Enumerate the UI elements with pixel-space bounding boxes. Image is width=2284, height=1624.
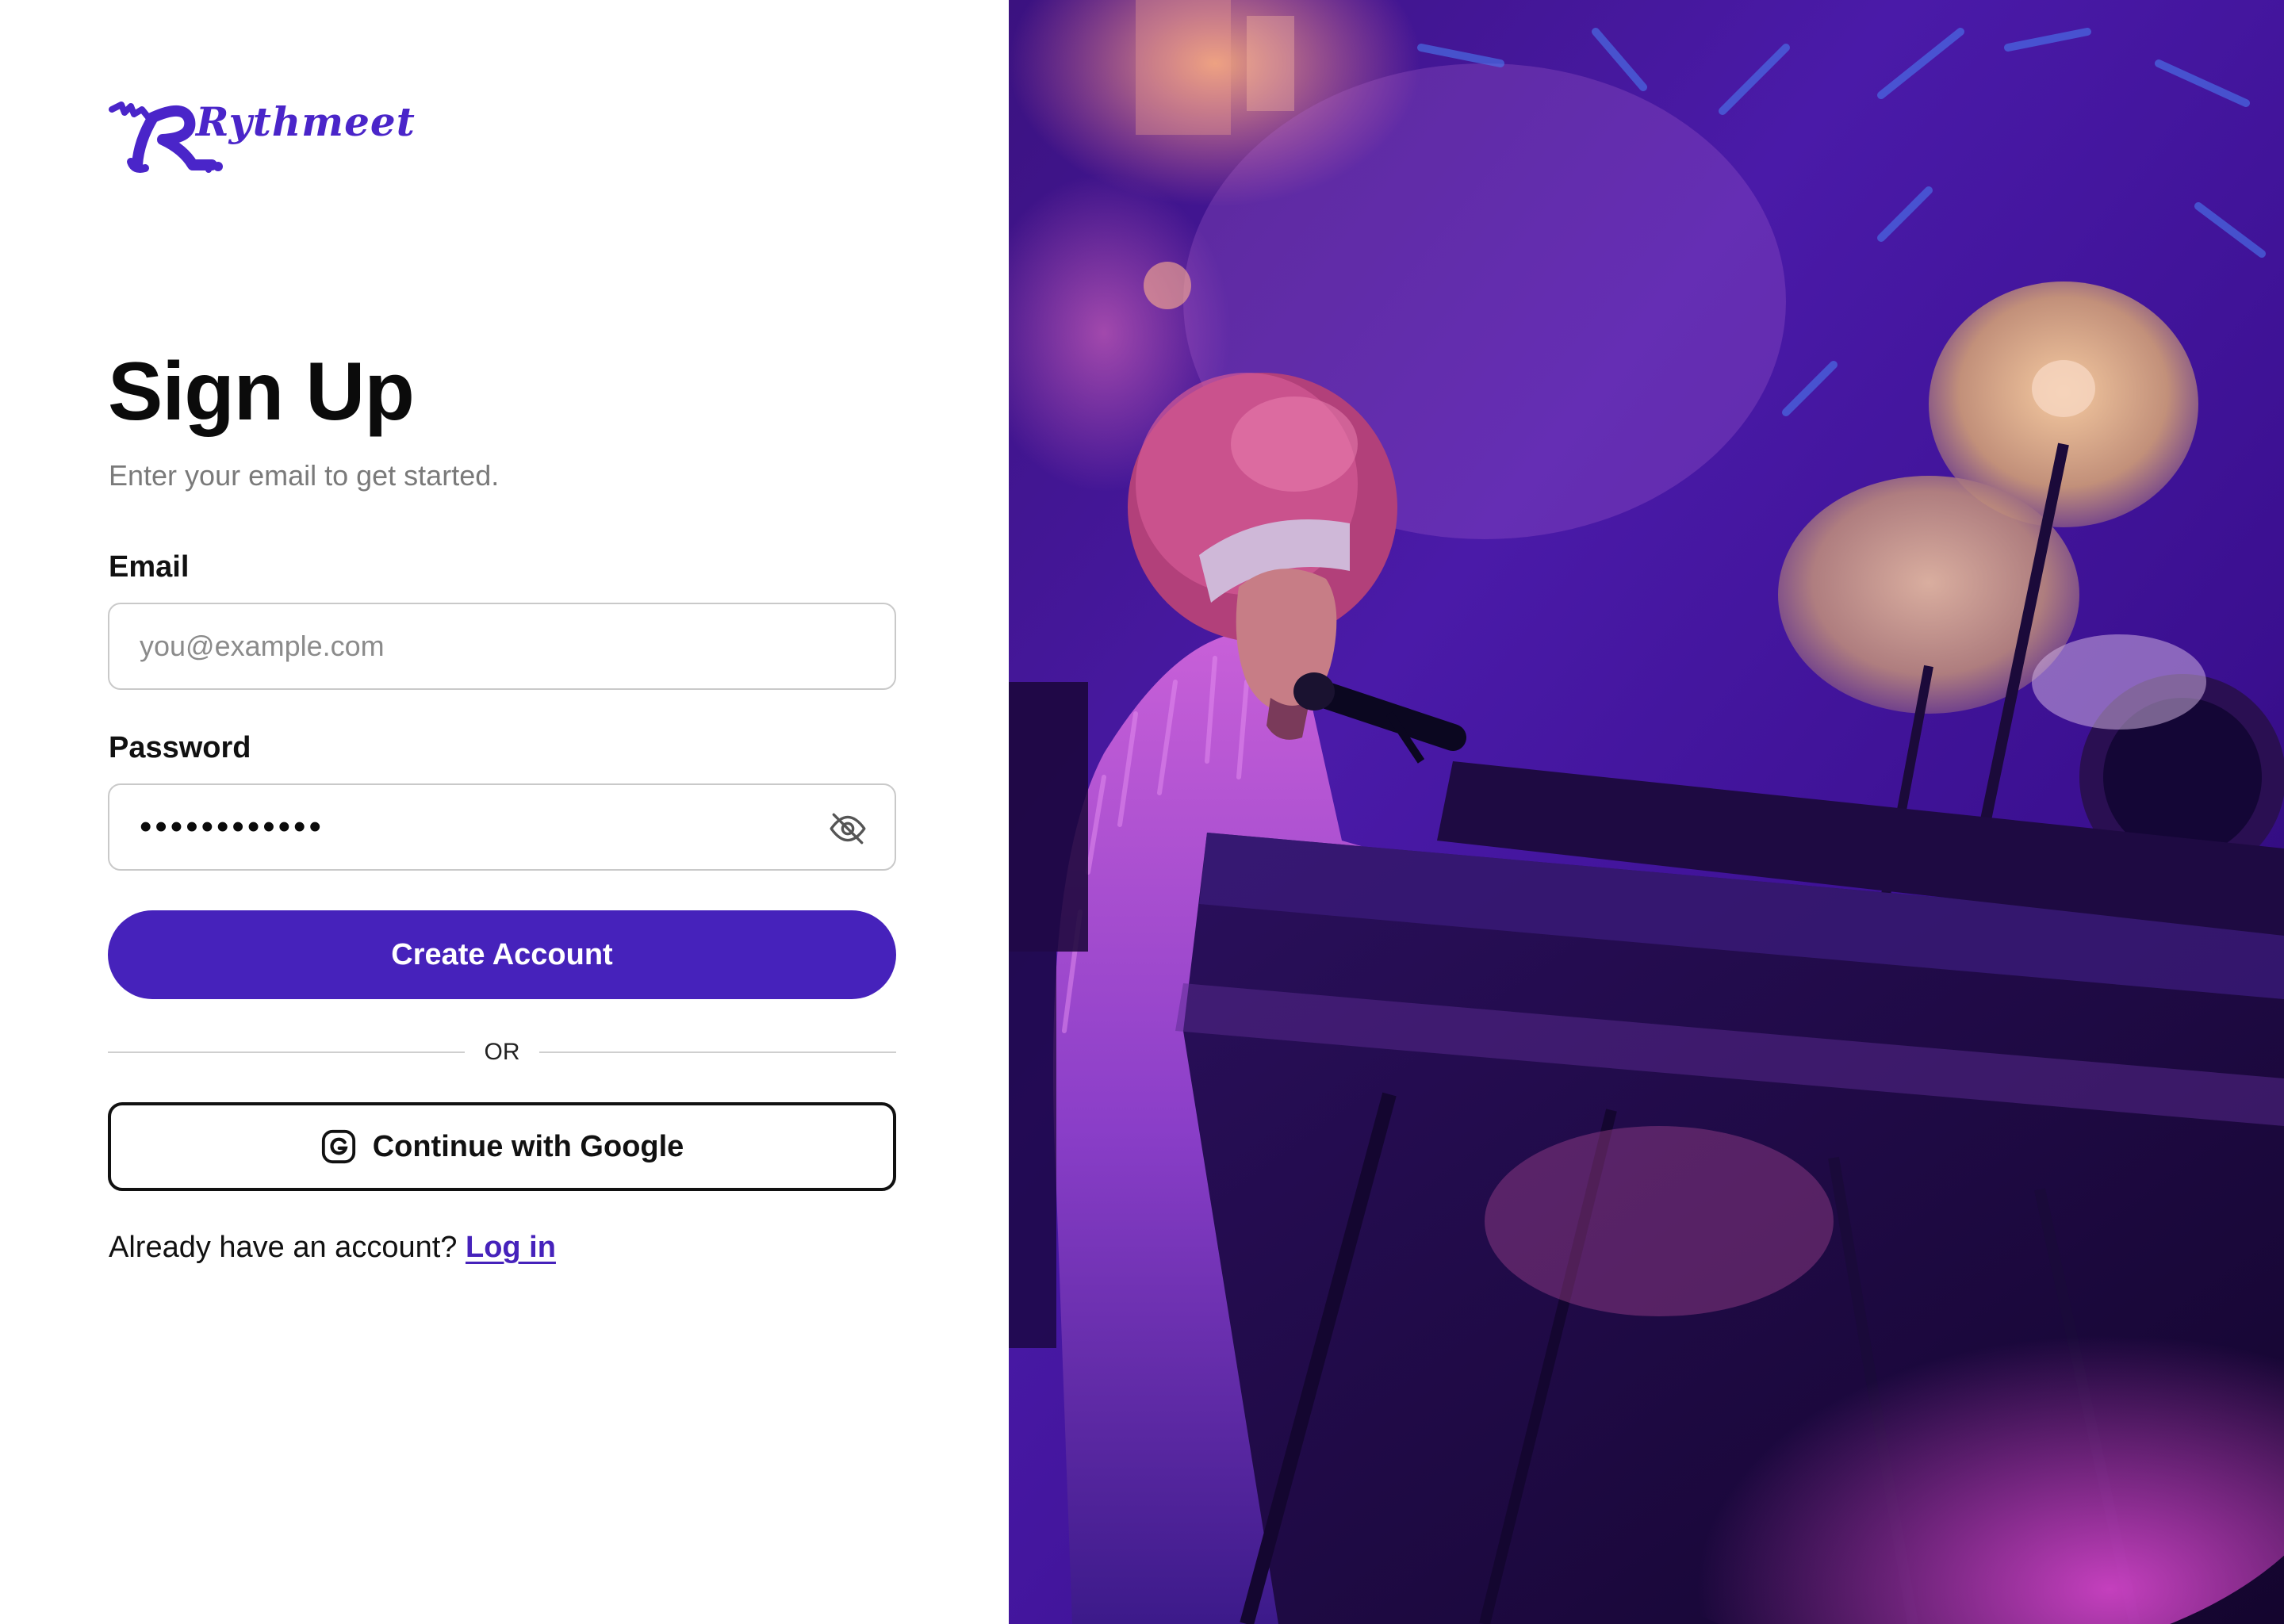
- brand-logo[interactable]: Rythmeet: [107, 94, 415, 174]
- page-subtitle: Enter your email to get started.: [109, 459, 500, 492]
- concert-keyboardist-photo-icon: [1009, 0, 2284, 1624]
- password-input[interactable]: [140, 785, 822, 869]
- eye-off-icon[interactable]: [828, 809, 868, 848]
- brand-wordmark: Rythmeet: [196, 98, 416, 145]
- password-label: Password: [109, 731, 251, 764]
- email-label: Email: [109, 550, 190, 584]
- or-divider: OR: [108, 1035, 896, 1070]
- google-icon: [320, 1128, 357, 1165]
- google-button-label: Continue with Google: [372, 1129, 684, 1163]
- login-prompt: Already have an account? Log in: [109, 1229, 556, 1266]
- signup-panel: Rythmeet Sign Up Enter your email to get…: [0, 0, 1009, 1624]
- google-signin-button[interactable]: Continue with Google: [108, 1102, 896, 1191]
- email-field-box: [108, 603, 896, 690]
- page-title: Sign Up: [108, 346, 415, 438]
- divider-line-right: [539, 1051, 896, 1053]
- login-link[interactable]: Log in: [466, 1231, 556, 1264]
- email-input[interactable]: [140, 604, 822, 688]
- concert-photo: [1009, 0, 2284, 1624]
- create-account-button[interactable]: Create Account: [108, 910, 896, 999]
- signup-page: Rythmeet Sign Up Enter your email to get…: [0, 0, 2284, 1624]
- password-field-box: [108, 783, 896, 871]
- login-prompt-text: Already have an account?: [109, 1231, 458, 1264]
